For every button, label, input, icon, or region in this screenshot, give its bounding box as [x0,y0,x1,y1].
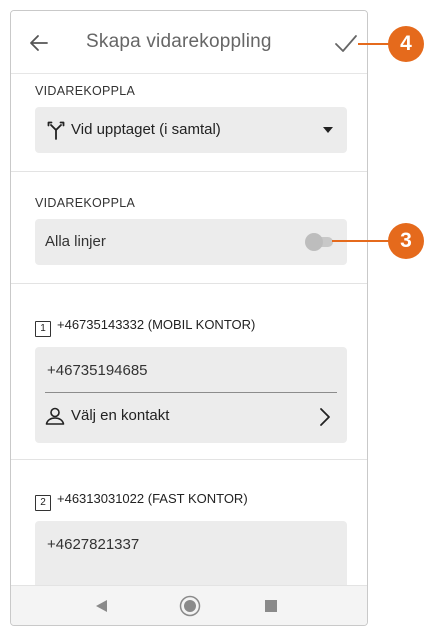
page-title: Skapa vidarekoppling [86,31,272,52]
input-underline [45,392,337,393]
nav-home-icon[interactable] [179,595,201,617]
line-1-number: +46735143332 (MOBIL KONTOR) [57,317,256,332]
line-1-forward-box: +46735194685 Välj en kontakt [35,347,347,443]
line-1-header: 1 +46735143332 (MOBIL KONTOR) [35,317,255,337]
line-2-header: 2 +46313031022 (FAST KONTOR) [35,491,248,511]
arrow-left-icon[interactable] [27,31,51,55]
phone-screen: Skapa vidarekoppling VIDAREKOPPLA Vid up… [10,10,368,626]
person-icon [45,407,65,425]
all-lines-label: Alla linjer [45,233,106,250]
all-lines-row[interactable]: Alla linjer [35,219,347,265]
line-2-index: 2 [35,495,51,511]
forward-type-label: VIDAREKOPPLA [35,84,136,98]
choose-contact-label: Välj en kontakt [71,407,170,424]
forward-lines-label: VIDAREKOPPLA [35,196,136,210]
divider [11,459,367,460]
line-2-forward-number[interactable]: +4627821337 [47,536,139,553]
divider [11,171,367,172]
callout-3-badge: 3 [388,223,424,259]
caret-down-icon [323,127,333,133]
app-bar: Skapa vidarekoppling [11,11,367,74]
forward-type-value: Vid upptaget (i samtal) [71,121,221,138]
nav-recents-icon[interactable] [265,600,277,612]
callout-3-line [332,240,394,242]
forward-split-icon [47,121,65,140]
system-nav-bar [11,585,367,625]
line-1-index: 1 [35,321,51,337]
all-lines-toggle[interactable] [305,233,335,251]
divider [11,283,367,284]
chevron-right-icon [320,408,330,426]
check-icon[interactable] [334,33,358,55]
toggle-knob [305,233,323,251]
choose-contact-row[interactable]: Välj en kontakt [35,395,347,439]
line-2-number: +46313031022 (FAST KONTOR) [57,491,248,506]
callout-4-badge: 4 [388,26,424,62]
line-1-forward-number[interactable]: +46735194685 [47,362,148,379]
nav-back-icon[interactable] [96,600,108,612]
forward-type-dropdown[interactable]: Vid upptaget (i samtal) [35,107,347,153]
